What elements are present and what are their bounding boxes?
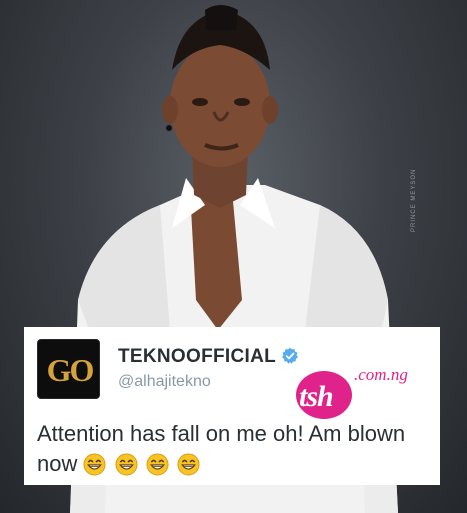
- tsh-logo-mark: tsh: [299, 380, 334, 413]
- photographer-watermark: PRINCE MEYSON: [411, 168, 417, 232]
- tweet-card: GO TEKNOOFFICIAL @alhajitekno tsh .com.n…: [24, 327, 440, 485]
- tweet-body: Attention has fall on me oh! Am blown no…: [37, 419, 432, 480]
- avatar-logo-text: GO: [46, 352, 95, 388]
- grinning-face-icon: [83, 453, 107, 476]
- emoji-row: [83, 450, 201, 480]
- profile-avatar[interactable]: GO: [37, 339, 100, 399]
- display-name[interactable]: TEKNOOFFICIAL: [118, 346, 276, 368]
- grinning-face-icon: [146, 453, 169, 476]
- site-logo: tsh .com.ng: [296, 365, 436, 427]
- tsh-logo-domain: .com.ng: [354, 365, 408, 384]
- grinning-face-icon: [177, 453, 200, 476]
- grinning-face-icon: [115, 453, 138, 476]
- user-handle[interactable]: @alhajitekno: [118, 373, 211, 391]
- tsh-logo-bubble: tsh: [296, 371, 352, 419]
- verified-badge-icon: [282, 347, 298, 364]
